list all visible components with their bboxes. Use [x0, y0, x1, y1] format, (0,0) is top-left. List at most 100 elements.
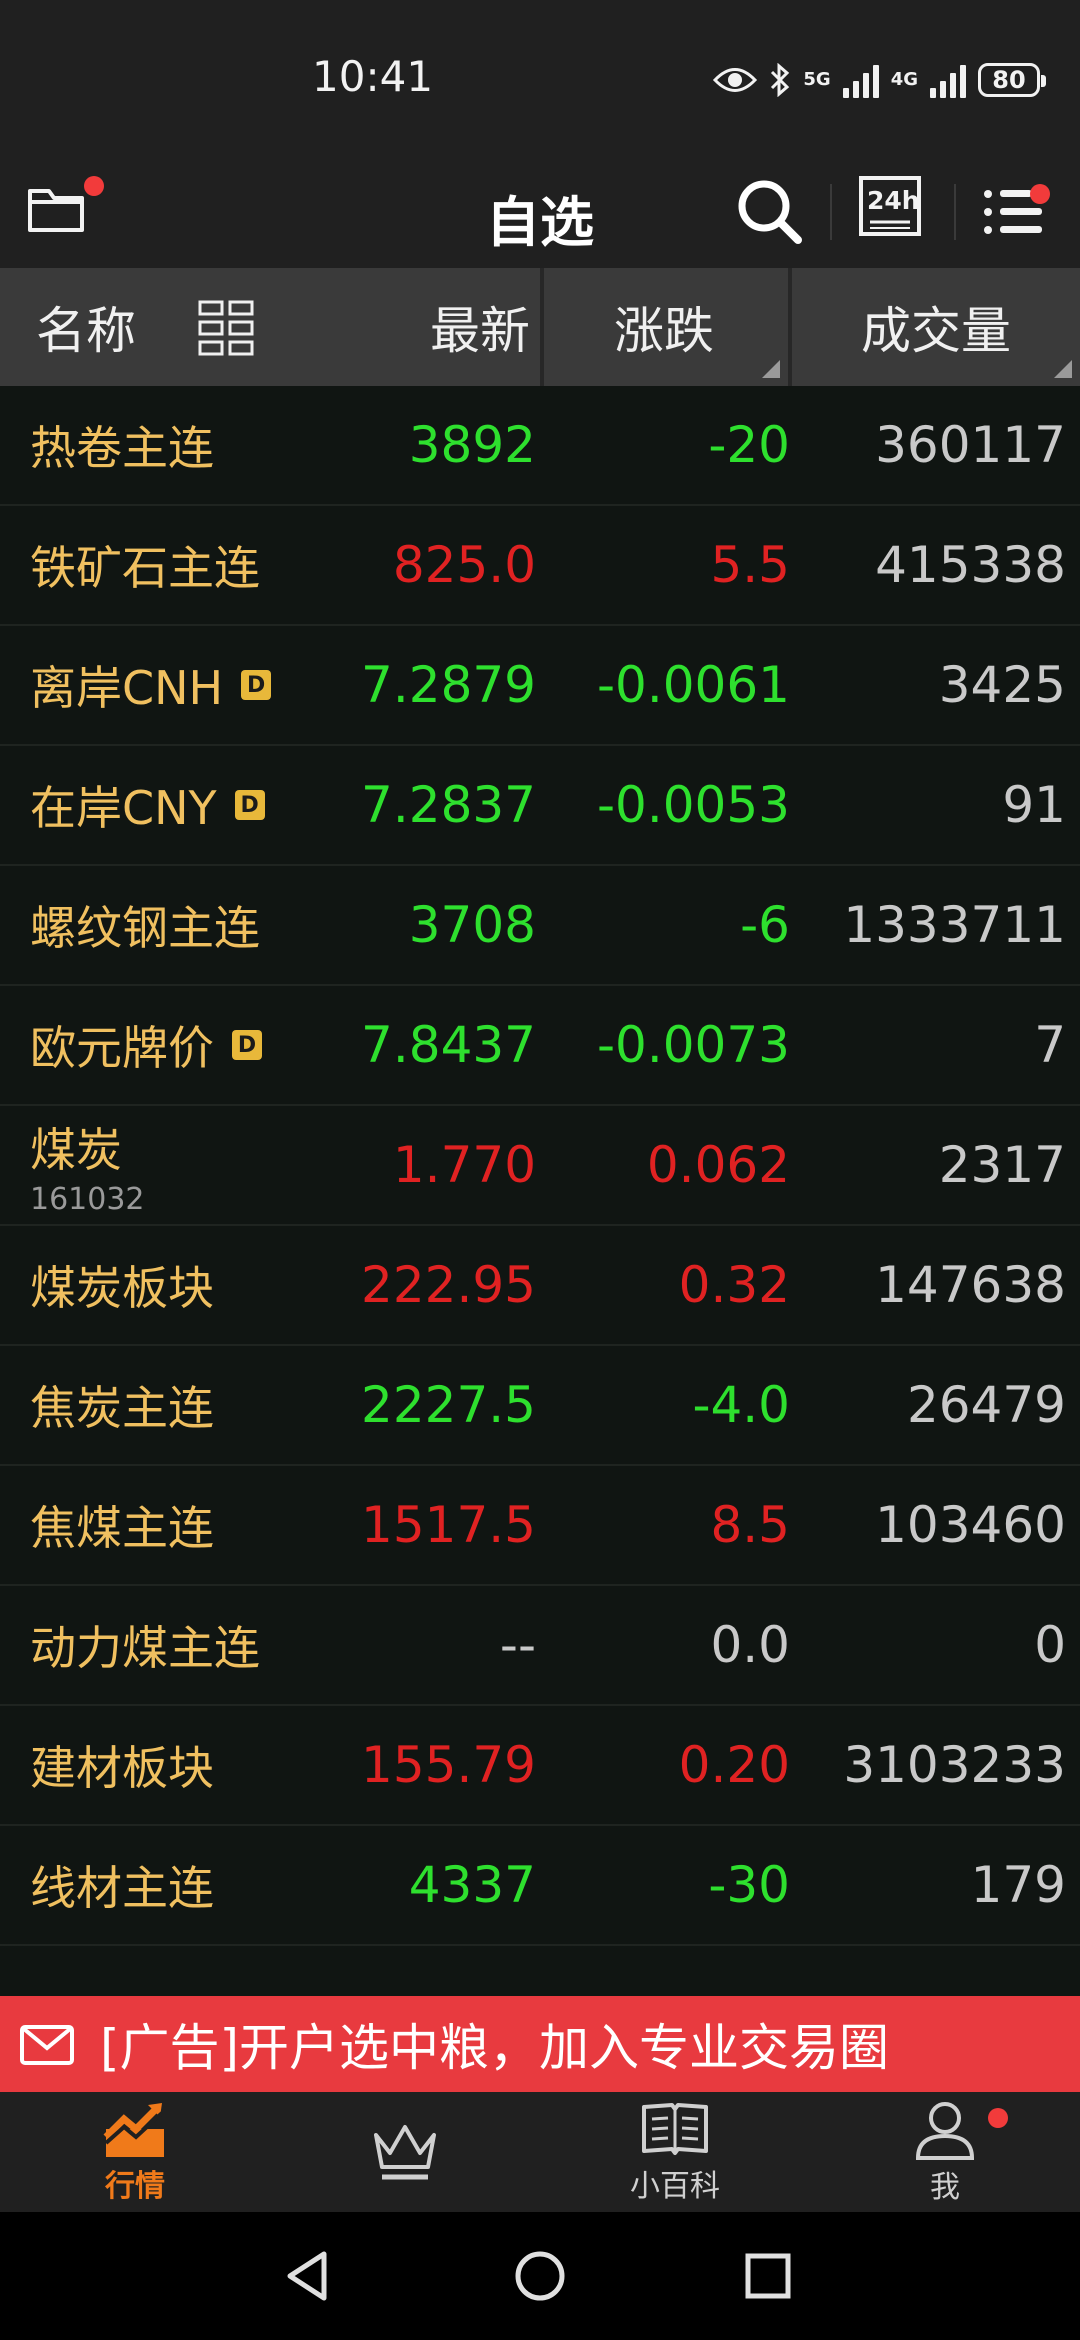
price-change: -4.0	[692, 1376, 790, 1434]
grid-view-icon[interactable]	[196, 298, 256, 358]
battery-icon: 80	[978, 63, 1046, 97]
column-change[interactable]: 涨跌	[544, 268, 784, 386]
quote-row[interactable]: 离岸CNH D 7.2879 -0.0061 3425	[0, 626, 1080, 746]
tab-crown[interactable]	[270, 2092, 540, 2212]
tab-wiki[interactable]: 小百科	[540, 2092, 810, 2212]
instrument-name-cell: 热卷主连	[30, 386, 214, 504]
volume: 3103233	[843, 1736, 1066, 1794]
quote-row[interactable]: 煤炭板块 222.95 0.32 147638	[0, 1226, 1080, 1346]
quote-row[interactable]: 线材主连 4337 -30 179	[0, 1826, 1080, 1946]
crown-icon	[374, 2125, 436, 2180]
volume: 26479	[906, 1376, 1066, 1434]
quote-row[interactable]: 热卷主连 3892 -20 360117	[0, 386, 1080, 506]
network-5g-label: 5G	[803, 71, 830, 89]
tab-market[interactable]: 行情	[0, 2092, 270, 2212]
tab-bar: 行情 小百科 我	[0, 2092, 1080, 2212]
network-4g-text: 4G	[890, 69, 918, 90]
instrument-name-cell: 煤炭板块	[30, 1226, 214, 1344]
latest-price: 7.2879	[361, 656, 536, 714]
quote-row[interactable]: 螺纹钢主连 3708 -6 1333711	[0, 866, 1080, 986]
recents-icon	[745, 2253, 791, 2299]
volume: 1333711	[843, 896, 1066, 954]
mail-icon	[20, 2025, 74, 2065]
24h-label: 24h	[867, 186, 920, 215]
tab-label: 我	[930, 2170, 960, 2205]
price-change: -0.0073	[597, 1016, 790, 1074]
instrument-name: 煤炭	[30, 1122, 122, 1177]
price-change: 5.5	[710, 536, 790, 594]
column-header: 名称 最新 涨跌 成交量	[0, 268, 1080, 386]
24h-button[interactable]: 24h	[856, 172, 936, 252]
latest-price: 7.2837	[361, 776, 536, 834]
instrument-name: 铁矿石主连	[30, 541, 260, 595]
instrument-name-cell: 铁矿石主连	[30, 506, 260, 624]
instrument-name-line: 铁矿石主连	[30, 532, 260, 598]
back-icon	[287, 2251, 327, 2301]
instrument-name: 焦煤主连	[30, 1501, 214, 1555]
quote-row[interactable]: 焦炭主连 2227.5 -4.0 26479	[0, 1346, 1080, 1466]
system-nav-bar	[0, 2212, 1080, 2340]
price-change: -30	[708, 1856, 790, 1914]
instrument-name-line: 煤炭板块	[30, 1252, 214, 1318]
delayed-badge: D	[241, 670, 272, 700]
quote-row[interactable]: 在岸CNY D 7.2837 -0.0053 91	[0, 746, 1080, 866]
list-menu-icon	[984, 190, 1042, 234]
search-button[interactable]	[730, 172, 810, 252]
quote-row[interactable]: 欧元牌价 D 7.8437 -0.0073 7	[0, 986, 1080, 1106]
latest-price: 825.0	[392, 536, 536, 594]
latest-price: 3892	[408, 416, 536, 474]
column-latest[interactable]: 最新	[360, 268, 530, 386]
latest-price: 3708	[408, 896, 536, 954]
instrument-name-line: 线材主连	[30, 1852, 214, 1918]
nav-back-button[interactable]	[268, 2236, 348, 2316]
column-name[interactable]: 名称	[36, 268, 136, 386]
screen: 10:41 5G 4G 80 自选 24h 名称 最新 涨跌 成交量 热卷主连 …	[0, 0, 1080, 2340]
notification-dot	[1030, 184, 1050, 204]
volume: 2317	[938, 1136, 1066, 1194]
column-volume[interactable]: 成交量	[792, 268, 1080, 386]
instrument-name-cell: 焦煤主连	[30, 1466, 214, 1584]
instrument-name-cell: 煤炭 161032	[30, 1106, 145, 1224]
quote-row[interactable]: 动力煤主连 -- 0.0 0	[0, 1586, 1080, 1706]
instrument-name: 线材主连	[30, 1861, 214, 1915]
price-change: 0.20	[678, 1736, 790, 1794]
network-4g-label: 4G	[890, 69, 918, 90]
status-time: 10:41	[312, 52, 434, 101]
instrument-name-line: 动力煤主连	[30, 1612, 260, 1678]
tab-label: 小百科	[630, 2169, 720, 2204]
notification-dot	[988, 2108, 1008, 2128]
signal-5g-icon	[842, 62, 879, 98]
quote-row[interactable]: 焦煤主连 1517.5 8.5 103460	[0, 1466, 1080, 1586]
instrument-name-cell: 线材主连	[30, 1826, 214, 1944]
price-change: 0.32	[678, 1256, 790, 1314]
instrument-name-line: 煤炭	[30, 1114, 145, 1180]
nav-recents-button[interactable]	[728, 2236, 808, 2316]
tab-me[interactable]: 我	[810, 2092, 1080, 2212]
latest-price: 7.8437	[361, 1016, 536, 1074]
latest-price: 1517.5	[361, 1496, 536, 1554]
ad-text: [广告]开户选中粮，加入专业交易圈	[100, 2019, 890, 2077]
price-change: -0.0061	[597, 656, 790, 714]
sort-indicator-icon	[762, 360, 780, 378]
instrument-name: 欧元牌价	[30, 1021, 214, 1075]
volume: 360117	[875, 416, 1066, 474]
instrument-name-cell: 螺纹钢主连	[30, 866, 260, 984]
quote-row[interactable]: 铁矿石主连 825.0 5.5 415338	[0, 506, 1080, 626]
instrument-name-line: 在岸CNY D	[30, 772, 265, 838]
quote-row[interactable]: 建材板块 155.79 0.20 3103233	[0, 1706, 1080, 1826]
instrument-name-cell: 欧元牌价 D	[30, 986, 262, 1104]
latest-price: 1.770	[392, 1136, 536, 1194]
instrument-name-cell: 离岸CNH D	[30, 626, 272, 744]
eye-icon	[713, 68, 758, 92]
list-menu-button[interactable]	[980, 172, 1060, 252]
sort-indicator-icon	[1054, 360, 1072, 378]
ad-banner[interactable]: [广告]开户选中粮，加入专业交易圈	[0, 1996, 1080, 2092]
instrument-name-cell: 建材板块	[30, 1706, 214, 1824]
quote-row[interactable]: 煤炭 161032 1.770 0.062 2317	[0, 1106, 1080, 1226]
volume: 179	[970, 1856, 1066, 1914]
delayed-badge: D	[234, 790, 265, 820]
signal-4g-icon	[930, 62, 966, 98]
nav-home-button[interactable]	[500, 2236, 580, 2316]
user-icon	[915, 2102, 975, 2160]
volume: 0	[1034, 1616, 1066, 1674]
